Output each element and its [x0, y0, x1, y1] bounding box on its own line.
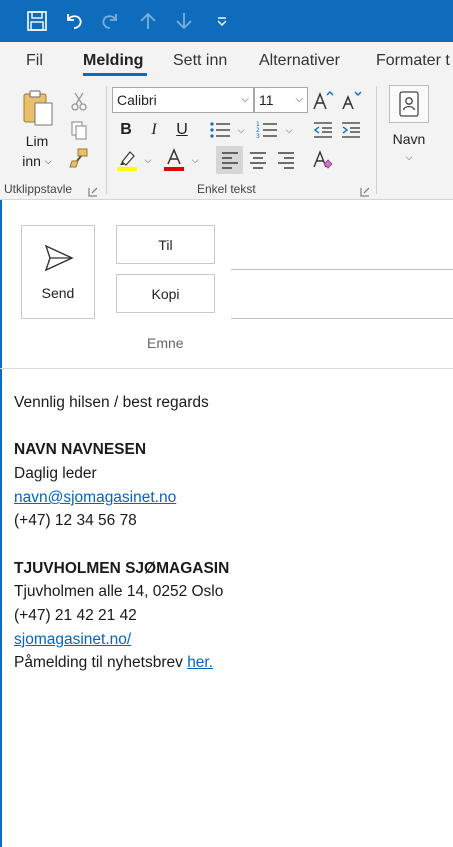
- cut-icon[interactable]: [68, 90, 90, 112]
- newsletter-text: Påmelding til nyhetsbrev: [14, 654, 183, 671]
- signature-phone: (+47) 12 34 56 78: [14, 512, 137, 529]
- align-left-icon[interactable]: [216, 146, 243, 174]
- cc-button[interactable]: Kopi: [116, 274, 215, 313]
- shrink-font-icon[interactable]: [340, 88, 362, 112]
- chevron-down-icon[interactable]: ⌵: [189, 152, 201, 168]
- redo-icon[interactable]: [98, 9, 122, 33]
- signature-name: NAVN NAVNESEN: [14, 441, 147, 458]
- signature-email-link[interactable]: navn@sjomagasinet.no: [14, 489, 176, 506]
- align-right-icon[interactable]: [274, 148, 298, 172]
- send-icon: [44, 244, 74, 277]
- chevron-down-icon: ⌵: [44, 155, 52, 166]
- tab-fil[interactable]: Fil: [26, 52, 43, 70]
- address-book-icon[interactable]: [389, 85, 429, 123]
- chevron-down-icon[interactable]: ⌵: [235, 122, 247, 138]
- ribbon-tabs: Fil Melding Sett inn Alternativer Format…: [0, 42, 453, 80]
- cc-input[interactable]: [231, 318, 453, 319]
- clipboard-group-label: Utklippstavle: [4, 182, 73, 196]
- numbering-icon[interactable]: 123: [254, 118, 280, 142]
- arrow-up-icon[interactable]: [136, 9, 160, 33]
- title-bar: [0, 0, 453, 42]
- font-name-value: Calibri: [117, 92, 157, 108]
- send-button[interactable]: Send: [21, 225, 95, 319]
- signature-newsletter-line: Påmelding til nyhetsbrev her.: [14, 654, 213, 672]
- signature-company-phone: (+47) 21 42 21 42: [14, 607, 137, 624]
- signature-title: Daglig leder: [14, 465, 97, 482]
- chevron-down-icon: ⌵: [295, 94, 303, 105]
- paste-button[interactable]: Lim: [14, 132, 60, 150]
- underline-icon[interactable]: U: [173, 120, 191, 140]
- signature-greeting: Vennlig hilsen / best regards: [14, 394, 209, 411]
- bullets-icon[interactable]: [207, 118, 233, 142]
- newsletter-link[interactable]: her.: [187, 654, 213, 671]
- subject-label: Emne: [147, 335, 184, 351]
- decrease-indent-icon[interactable]: [311, 118, 335, 142]
- tab-melding[interactable]: Melding: [83, 52, 143, 70]
- svg-text:3: 3: [256, 133, 260, 140]
- dialog-launcher-icon[interactable]: [360, 184, 370, 197]
- tab-alternativer[interactable]: Alternativer: [259, 52, 340, 70]
- paste-icon[interactable]: [20, 88, 56, 128]
- format-painter-icon[interactable]: [68, 147, 90, 169]
- paste-dropdown[interactable]: inn ⌵: [14, 152, 60, 170]
- chevron-down-icon: ⌵: [241, 94, 249, 105]
- font-size-select[interactable]: 11 ⌵: [254, 87, 308, 113]
- highlight-icon[interactable]: [115, 148, 139, 172]
- customize-toolbar-icon[interactable]: [210, 9, 234, 33]
- bold-icon[interactable]: B: [117, 120, 135, 140]
- compose-left-accent: [0, 200, 2, 847]
- font-size-value: 11: [259, 92, 274, 108]
- font-color-swatch: [164, 167, 184, 171]
- increase-indent-icon[interactable]: [339, 118, 363, 142]
- ribbon-separator: [376, 86, 377, 194]
- font-color-icon[interactable]: [162, 148, 186, 172]
- clear-formatting-icon[interactable]: [310, 148, 334, 172]
- signature-email-line: navn@sjomagasinet.no: [14, 489, 176, 507]
- tab-sett-inn[interactable]: Sett inn: [173, 52, 227, 70]
- arrow-down-icon[interactable]: [172, 9, 196, 33]
- chevron-down-icon[interactable]: ⌵: [283, 122, 295, 138]
- save-icon[interactable]: [25, 9, 49, 33]
- active-tab-indicator: [83, 73, 147, 76]
- signature-address: Tjuvholmen alle 14, 0252 Oslo: [14, 583, 224, 600]
- basic-text-group-label: Enkel tekst: [197, 182, 256, 196]
- signature-company: TJUVHOLMEN SJØMAGASIN: [14, 560, 230, 577]
- paste-dropdown-label: inn: [22, 153, 41, 169]
- font-name-select[interactable]: Calibri ⌵: [112, 87, 254, 113]
- align-center-icon[interactable]: [246, 148, 270, 172]
- to-button[interactable]: Til: [116, 225, 215, 264]
- undo-icon[interactable]: [62, 9, 86, 33]
- chevron-down-icon[interactable]: ⌵: [142, 152, 154, 168]
- signature-website-line: sjomagasinet.no/: [14, 631, 131, 649]
- copy-icon[interactable]: [68, 119, 90, 141]
- dialog-launcher-icon[interactable]: [88, 184, 98, 197]
- send-label: Send: [41, 285, 75, 301]
- chevron-down-icon[interactable]: ⌵: [402, 150, 416, 164]
- to-input[interactable]: [231, 269, 453, 270]
- highlight-color-swatch: [117, 167, 137, 171]
- italic-icon[interactable]: I: [145, 120, 163, 140]
- header-divider: [0, 368, 453, 369]
- names-button[interactable]: Navn: [384, 129, 434, 149]
- tab-formater-tekst[interactable]: Formater t: [376, 52, 450, 70]
- grow-font-icon[interactable]: [312, 88, 334, 112]
- signature-website-link[interactable]: sjomagasinet.no/: [14, 631, 131, 648]
- ribbon-separator: [106, 86, 107, 194]
